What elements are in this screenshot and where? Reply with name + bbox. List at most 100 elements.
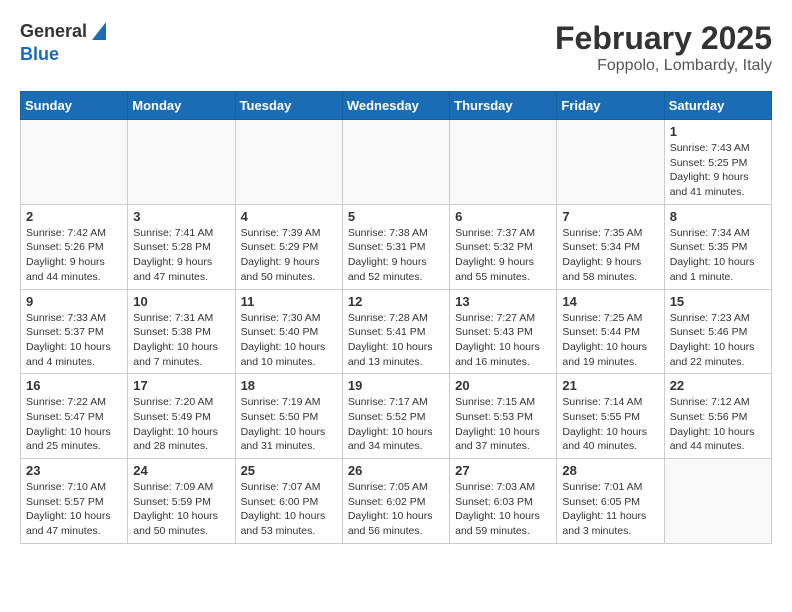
- day-cell-20: 20 Sunrise: 7:15 AM Sunset: 5:53 PM Dayli…: [450, 374, 557, 459]
- day-number: 6: [455, 209, 551, 224]
- day-number: 25: [241, 463, 337, 478]
- location-title: Foppolo, Lombardy, Italy: [555, 57, 772, 75]
- day-info: Sunrise: 7:34 AM Sunset: 5:35 PM Dayligh…: [670, 226, 766, 285]
- day-number: 14: [562, 294, 658, 309]
- day-info: Sunrise: 7:41 AM Sunset: 5:28 PM Dayligh…: [133, 226, 229, 285]
- empty-cell: [21, 120, 128, 205]
- day-number: 22: [670, 378, 766, 393]
- day-number: 15: [670, 294, 766, 309]
- day-cell-23: 23 Sunrise: 7:10 AM Sunset: 5:57 PM Dayli…: [21, 459, 128, 544]
- empty-cell: [557, 120, 664, 205]
- day-number: 2: [26, 209, 122, 224]
- day-info: Sunrise: 7:07 AM Sunset: 6:00 PM Dayligh…: [241, 480, 337, 539]
- day-number: 21: [562, 378, 658, 393]
- empty-cell: [450, 120, 557, 205]
- day-cell-17: 17 Sunrise: 7:20 AM Sunset: 5:49 PM Dayli…: [128, 374, 235, 459]
- day-cell-9: 9Sunrise: 7:33 AM Sunset: 5:37 PM Daylig…: [21, 289, 128, 374]
- day-cell-25: 25 Sunrise: 7:07 AM Sunset: 6:00 PM Dayli…: [235, 459, 342, 544]
- empty-cell: [664, 459, 771, 544]
- day-info: Sunrise: 7:23 AM Sunset: 5:46 PM Dayligh…: [670, 311, 766, 370]
- week-row-1: 1 Sunrise: 7:43 AM Sunset: 5:25 PM Daylig…: [21, 120, 772, 205]
- day-cell-6: 6 Sunrise: 7:37 AM Sunset: 5:32 PM Daylig…: [450, 204, 557, 289]
- day-info: Sunrise: 7:09 AM Sunset: 5:59 PM Dayligh…: [133, 480, 229, 539]
- day-info: Sunrise: 7:25 AM Sunset: 5:44 PM Dayligh…: [562, 311, 658, 370]
- day-cell-13: 13 Sunrise: 7:27 AM Sunset: 5:43 PM Dayli…: [450, 289, 557, 374]
- weekday-header-wednesday: Wednesday: [342, 92, 449, 120]
- day-number: 1: [670, 124, 766, 139]
- day-cell-1: 1 Sunrise: 7:43 AM Sunset: 5:25 PM Daylig…: [664, 120, 771, 205]
- day-number: 20: [455, 378, 551, 393]
- week-row-5: 23 Sunrise: 7:10 AM Sunset: 5:57 PM Dayli…: [21, 459, 772, 544]
- day-number: 4: [241, 209, 337, 224]
- day-number: 18: [241, 378, 337, 393]
- page-header: General Blue February 2025 Foppolo, Lomb…: [20, 20, 772, 75]
- logo: General Blue: [20, 20, 106, 64]
- weekday-header-monday: Monday: [128, 92, 235, 120]
- empty-cell: [235, 120, 342, 205]
- day-cell-3: 3 Sunrise: 7:41 AM Sunset: 5:28 PM Daylig…: [128, 204, 235, 289]
- day-info: Sunrise: 7:15 AM Sunset: 5:53 PM Dayligh…: [455, 395, 551, 454]
- title-block: February 2025 Foppolo, Lombardy, Italy: [555, 20, 772, 75]
- day-info: Sunrise: 7:14 AM Sunset: 5:55 PM Dayligh…: [562, 395, 658, 454]
- day-cell-16: 16 Sunrise: 7:22 AM Sunset: 5:47 PM Dayli…: [21, 374, 128, 459]
- weekday-header-tuesday: Tuesday: [235, 92, 342, 120]
- day-info: Sunrise: 7:31 AM Sunset: 5:38 PM Dayligh…: [133, 311, 229, 370]
- day-number: 12: [348, 294, 444, 309]
- day-number: 19: [348, 378, 444, 393]
- day-cell-5: 5Sunrise: 7:38 AM Sunset: 5:31 PM Daylig…: [342, 204, 449, 289]
- day-number: 8: [670, 209, 766, 224]
- day-cell-10: 10Sunrise: 7:31 AM Sunset: 5:38 PM Dayli…: [128, 289, 235, 374]
- empty-cell: [342, 120, 449, 205]
- day-cell-19: 19Sunrise: 7:17 AM Sunset: 5:52 PM Dayli…: [342, 374, 449, 459]
- week-row-2: 2 Sunrise: 7:42 AM Sunset: 5:26 PM Daylig…: [21, 204, 772, 289]
- day-number: 24: [133, 463, 229, 478]
- day-info: Sunrise: 7:10 AM Sunset: 5:57 PM Dayligh…: [26, 480, 122, 539]
- day-number: 13: [455, 294, 551, 309]
- day-info: Sunrise: 7:03 AM Sunset: 6:03 PM Dayligh…: [455, 480, 551, 539]
- day-cell-24: 24 Sunrise: 7:09 AM Sunset: 5:59 PM Dayli…: [128, 459, 235, 544]
- month-title: February 2025: [555, 20, 772, 57]
- day-cell-26: 26 Sunrise: 7:05 AM Sunset: 6:02 PM Dayli…: [342, 459, 449, 544]
- day-cell-11: 11Sunrise: 7:30 AM Sunset: 5:40 PM Dayli…: [235, 289, 342, 374]
- day-number: 23: [26, 463, 122, 478]
- weekday-header-thursday: Thursday: [450, 92, 557, 120]
- logo-general-text: General: [20, 22, 87, 42]
- day-cell-22: 22 Sunrise: 7:12 AM Sunset: 5:56 PM Dayli…: [664, 374, 771, 459]
- day-cell-4: 4 Sunrise: 7:39 AM Sunset: 5:29 PM Daylig…: [235, 204, 342, 289]
- day-number: 7: [562, 209, 658, 224]
- day-info: Sunrise: 7:05 AM Sunset: 6:02 PM Dayligh…: [348, 480, 444, 539]
- weekday-header-friday: Friday: [557, 92, 664, 120]
- empty-cell: [128, 120, 235, 205]
- weekday-header-row: SundayMondayTuesdayWednesdayThursdayFrid…: [21, 92, 772, 120]
- calendar-table: SundayMondayTuesdayWednesdayThursdayFrid…: [20, 91, 772, 544]
- day-cell-28: 28 Sunrise: 7:01 AM Sunset: 6:05 PM Dayli…: [557, 459, 664, 544]
- day-info: Sunrise: 7:37 AM Sunset: 5:32 PM Dayligh…: [455, 226, 551, 285]
- day-info: Sunrise: 7:30 AM Sunset: 5:40 PM Dayligh…: [241, 311, 337, 370]
- day-number: 27: [455, 463, 551, 478]
- day-info: Sunrise: 7:19 AM Sunset: 5:50 PM Dayligh…: [241, 395, 337, 454]
- day-cell-7: 7Sunrise: 7:35 AM Sunset: 5:34 PM Daylig…: [557, 204, 664, 289]
- day-info: Sunrise: 7:22 AM Sunset: 5:47 PM Dayligh…: [26, 395, 122, 454]
- day-number: 17: [133, 378, 229, 393]
- day-cell-14: 14 Sunrise: 7:25 AM Sunset: 5:44 PM Dayli…: [557, 289, 664, 374]
- day-info: Sunrise: 7:33 AM Sunset: 5:37 PM Dayligh…: [26, 311, 122, 370]
- week-row-3: 9Sunrise: 7:33 AM Sunset: 5:37 PM Daylig…: [21, 289, 772, 374]
- day-number: 3: [133, 209, 229, 224]
- day-number: 16: [26, 378, 122, 393]
- day-number: 28: [562, 463, 658, 478]
- day-cell-12: 12Sunrise: 7:28 AM Sunset: 5:41 PM Dayli…: [342, 289, 449, 374]
- weekday-header-saturday: Saturday: [664, 92, 771, 120]
- day-cell-2: 2 Sunrise: 7:42 AM Sunset: 5:26 PM Daylig…: [21, 204, 128, 289]
- day-info: Sunrise: 7:20 AM Sunset: 5:49 PM Dayligh…: [133, 395, 229, 454]
- day-number: 26: [348, 463, 444, 478]
- day-info: Sunrise: 7:12 AM Sunset: 5:56 PM Dayligh…: [670, 395, 766, 454]
- logo-blue-text: Blue: [20, 45, 106, 65]
- day-info: Sunrise: 7:38 AM Sunset: 5:31 PM Dayligh…: [348, 226, 444, 285]
- day-cell-21: 21 Sunrise: 7:14 AM Sunset: 5:55 PM Dayli…: [557, 374, 664, 459]
- weekday-header-sunday: Sunday: [21, 92, 128, 120]
- day-info: Sunrise: 7:01 AM Sunset: 6:05 PM Dayligh…: [562, 480, 658, 539]
- day-info: Sunrise: 7:42 AM Sunset: 5:26 PM Dayligh…: [26, 226, 122, 285]
- day-info: Sunrise: 7:39 AM Sunset: 5:29 PM Dayligh…: [241, 226, 337, 285]
- day-info: Sunrise: 7:27 AM Sunset: 5:43 PM Dayligh…: [455, 311, 551, 370]
- day-info: Sunrise: 7:43 AM Sunset: 5:25 PM Dayligh…: [670, 141, 766, 200]
